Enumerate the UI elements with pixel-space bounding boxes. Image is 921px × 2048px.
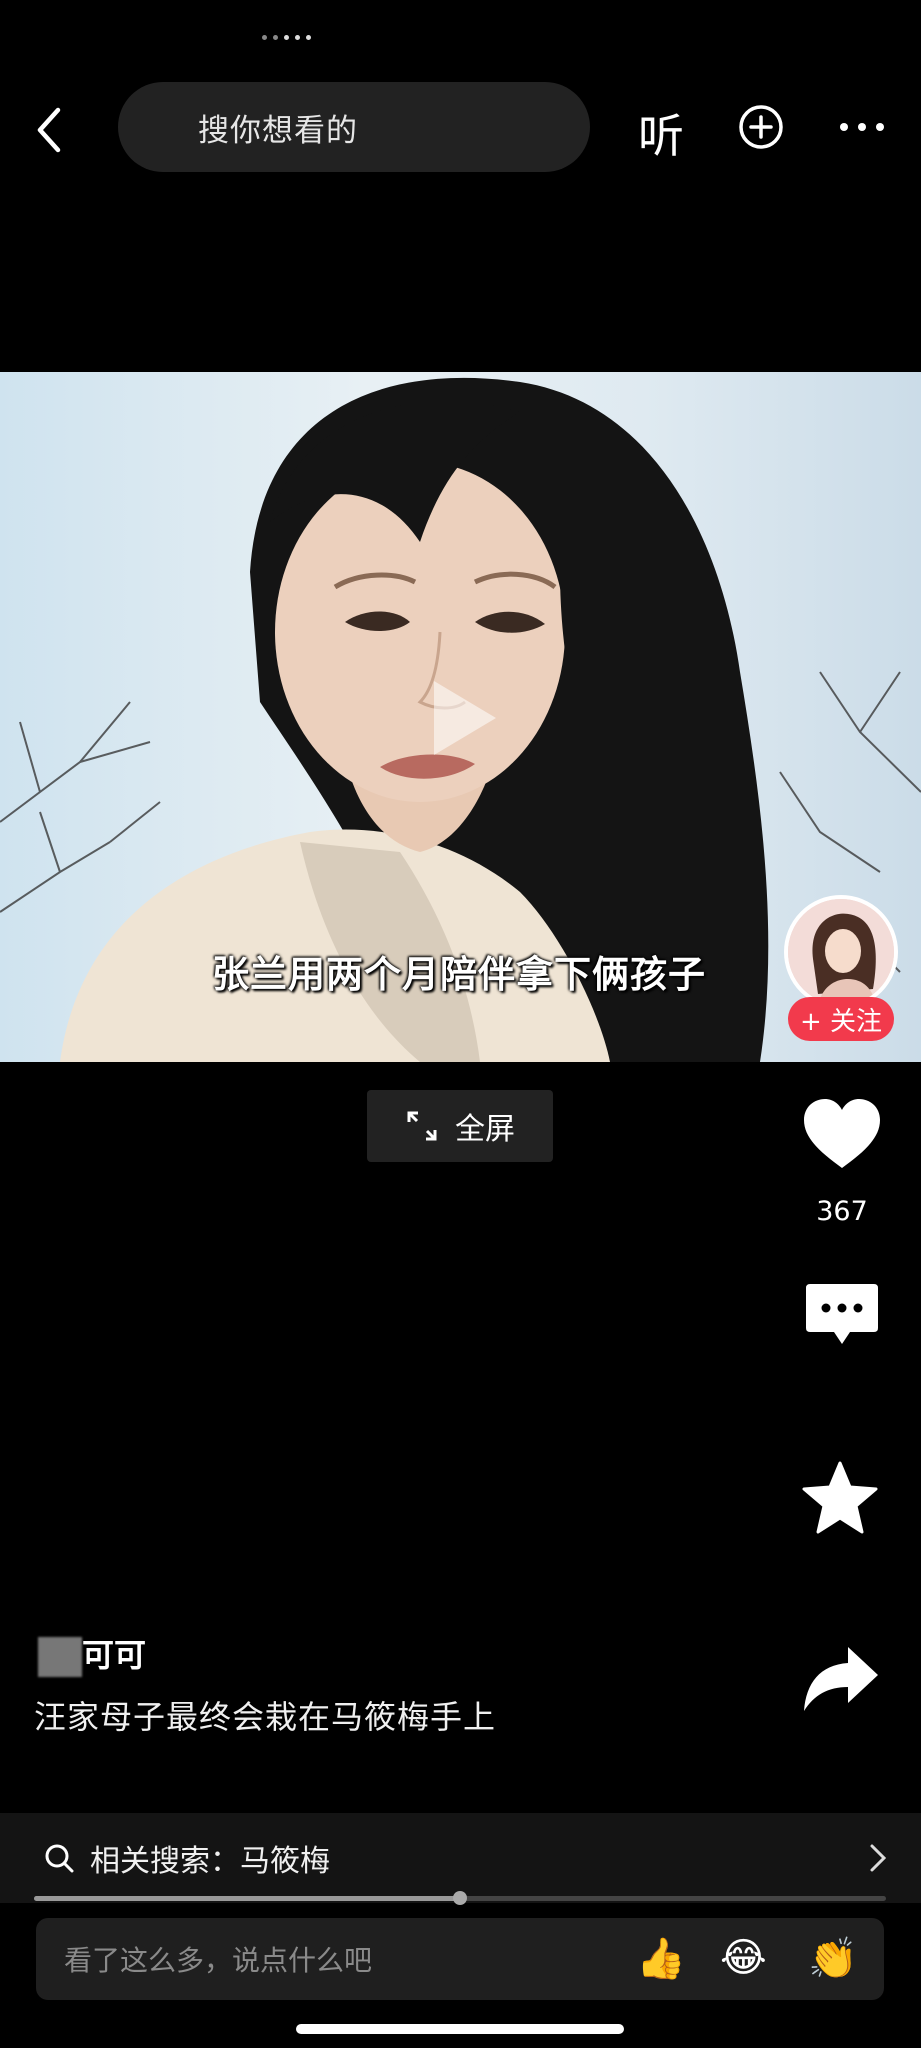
share-arrow-icon — [804, 1647, 878, 1711]
search-input[interactable]: 搜你想看的 — [118, 82, 590, 172]
home-indicator — [296, 2024, 624, 2034]
fullscreen-label: 全屏 — [455, 1112, 515, 1147]
video-progress-bar[interactable] — [34, 1891, 886, 1905]
chevron-left-icon — [37, 107, 61, 153]
back-button[interactable] — [28, 100, 78, 160]
plus-circle-icon — [739, 105, 783, 149]
post-caption: 汪家母子最终会栽在马筱梅手上 — [34, 1698, 497, 1736]
share-button[interactable] — [800, 1643, 882, 1715]
emoji-laughing[interactable]: 😂 — [720, 1935, 767, 1981]
search-icon — [45, 1844, 74, 1873]
comment-bubble-icon — [806, 1284, 878, 1344]
follow-button[interactable]: + 关注 — [788, 997, 894, 1041]
creator-avatar[interactable] — [784, 895, 898, 1009]
add-button[interactable] — [738, 104, 784, 150]
progress-fill — [34, 1896, 460, 1901]
comment-button[interactable] — [802, 1280, 882, 1350]
video-subtitle: 张兰用两个月陪伴拿下俩孩子 — [212, 953, 706, 996]
avatar-image — [788, 899, 894, 1005]
listen-button[interactable]: 听 — [638, 100, 684, 166]
expand-icon — [407, 1111, 437, 1141]
fullscreen-button[interactable]: 全屏 — [367, 1090, 553, 1162]
progress-knob[interactable] — [453, 1891, 467, 1905]
author-name[interactable]: 可可 — [38, 1630, 147, 1677]
comment-placeholder: 看了这么多，说点什么吧 — [64, 1944, 373, 1977]
emoji-thumbs-up[interactable]: 👍 — [636, 1935, 686, 1982]
related-search-label: 相关搜索：马筱梅 — [90, 1844, 330, 1879]
favorite-button[interactable] — [800, 1460, 880, 1536]
more-button[interactable] — [838, 112, 888, 142]
star-icon — [802, 1461, 878, 1534]
related-search-bar[interactable]: 相关搜索：马筱梅 — [0, 1813, 921, 1903]
status-dots — [262, 30, 322, 44]
more-dots-icon — [840, 123, 884, 131]
heart-icon — [804, 1099, 880, 1168]
like-count: 367 — [816, 1196, 868, 1227]
play-button[interactable] — [424, 673, 504, 763]
emoji-clapping[interactable]: 👏 — [808, 1935, 858, 1982]
author-name-text: 可可 — [82, 1636, 147, 1674]
author-redacted-mark — [38, 1637, 82, 1677]
search-placeholder: 搜你想看的 — [198, 112, 358, 149]
like-button[interactable] — [800, 1096, 884, 1172]
chevron-right-icon — [870, 1844, 887, 1872]
play-icon — [434, 681, 496, 755]
